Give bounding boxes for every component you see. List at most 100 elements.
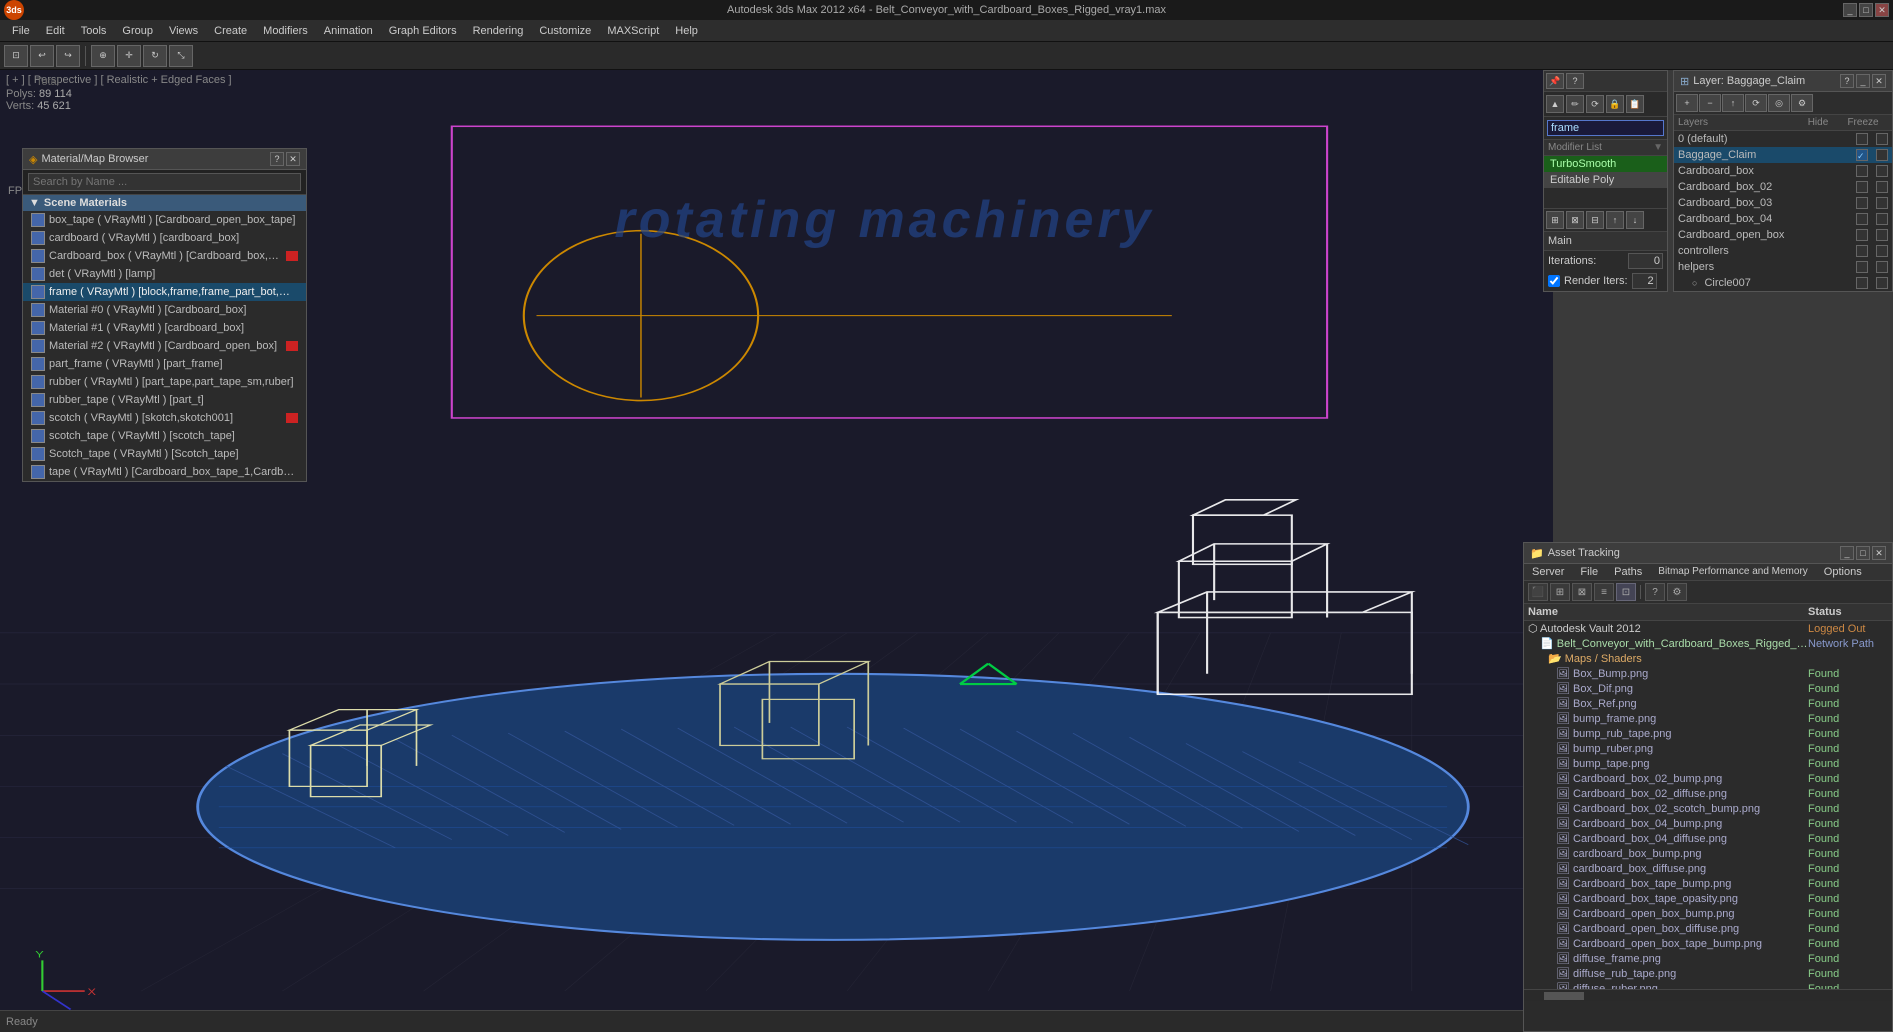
layer-item-3[interactable]: Cardboard_box_02 — [1674, 179, 1892, 195]
layer-item-2[interactable]: Cardboard_box — [1674, 163, 1892, 179]
layer-minimize-btn[interactable]: _ — [1856, 74, 1870, 88]
layer-freeze-check[interactable] — [1876, 181, 1888, 193]
mod-icon-1[interactable]: ▲ — [1546, 95, 1564, 113]
menu-help[interactable]: Help — [667, 23, 706, 39]
asset-close-btn[interactable]: ✕ — [1872, 546, 1886, 560]
asset-tool-2[interactable]: ⊞ — [1550, 583, 1570, 601]
layer-item-0[interactable]: 0 (default) — [1674, 131, 1892, 147]
search-input[interactable] — [28, 173, 301, 191]
asset-scroll-thumb[interactable] — [1544, 992, 1584, 1000]
mod-icon-5[interactable]: 📋 — [1626, 95, 1644, 113]
render-iters-input[interactable] — [1632, 273, 1657, 289]
asset-item-18[interactable]: 🖼 Cardboard_box_tape_opasity.pngFound — [1524, 891, 1892, 906]
material-item-3[interactable]: det ( VRayMtl ) [lamp] — [23, 265, 306, 283]
layer-visibility-check[interactable] — [1856, 197, 1868, 209]
material-item-14[interactable]: tape ( VRayMtl ) [Cardboard_box_tape_1,C… — [23, 463, 306, 481]
material-item-7[interactable]: Material #2 ( VRayMtl ) [Cardboard_open_… — [23, 337, 306, 355]
iterations-input[interactable] — [1628, 253, 1663, 269]
modifier-dropdown-icon[interactable]: ▼ — [1653, 142, 1663, 153]
asset-item-8[interactable]: 🖼 bump_ruber.pngFound — [1524, 741, 1892, 756]
modifier-editable-poly[interactable]: Editable Poly — [1544, 172, 1667, 188]
mod-icon-2[interactable]: ✏ — [1566, 95, 1584, 113]
asset-item-4[interactable]: 🖼 Box_Dif.pngFound — [1524, 681, 1892, 696]
material-item-10[interactable]: rubber_tape ( VRayMtl ) [part_t] — [23, 391, 306, 409]
layer-freeze-check[interactable] — [1876, 261, 1888, 273]
asset-menu-server[interactable]: Server — [1524, 564, 1572, 580]
asset-tool-5[interactable]: ⊡ — [1616, 583, 1636, 601]
asset-menu-options[interactable]: Options — [1816, 564, 1870, 580]
asset-item-9[interactable]: 🖼 bump_tape.pngFound — [1524, 756, 1892, 771]
asset-item-14[interactable]: 🖼 Cardboard_box_04_diffuse.pngFound — [1524, 831, 1892, 846]
asset-item-13[interactable]: 🖼 Cardboard_box_04_bump.pngFound — [1524, 816, 1892, 831]
layer-visibility-check[interactable] — [1856, 213, 1868, 225]
rotate-btn[interactable]: ↻ — [143, 45, 167, 67]
asset-item-3[interactable]: 🖼 Box_Bump.pngFound — [1524, 666, 1892, 681]
asset-item-10[interactable]: 🖼 Cardboard_box_02_bump.pngFound — [1524, 771, 1892, 786]
asset-item-2[interactable]: 📂 Maps / Shaders — [1524, 651, 1892, 666]
modifier-toolbar[interactable]: 📌 ? — [1544, 71, 1667, 92]
asset-item-7[interactable]: 🖼 bump_rub_tape.pngFound — [1524, 726, 1892, 741]
mod-bottom-icon-2[interactable]: ⊠ — [1566, 211, 1584, 229]
layer-settings-btn[interactable]: ⚙ — [1791, 94, 1813, 112]
menu-rendering[interactable]: Rendering — [465, 23, 532, 39]
frame-input-row[interactable] — [1544, 117, 1667, 140]
mod-pin-btn[interactable]: 📌 — [1546, 73, 1564, 89]
asset-item-5[interactable]: 🖼 Box_Ref.pngFound — [1524, 696, 1892, 711]
material-item-9[interactable]: rubber ( VRayMtl ) [part_tape,part_tape_… — [23, 373, 306, 391]
material-browser-help[interactable]: ? — [270, 152, 284, 166]
material-item-11[interactable]: scotch ( VRayMtl ) [skotch,skotch001] — [23, 409, 306, 427]
layer-item-6[interactable]: Cardboard_open_box — [1674, 227, 1892, 243]
asset-toolbar[interactable]: ⬛ ⊞ ⊠ ≡ ⊡ ? ⚙ — [1524, 581, 1892, 604]
asset-minimize-btn[interactable]: _ — [1840, 546, 1854, 560]
layer-freeze-check[interactable] — [1876, 197, 1888, 209]
menu-file[interactable]: File — [4, 23, 38, 39]
layer-item-4[interactable]: Cardboard_box_03 — [1674, 195, 1892, 211]
mod-bottom-icon-5[interactable]: ↓ — [1626, 211, 1644, 229]
layer-visibility-check[interactable] — [1856, 181, 1868, 193]
material-item-6[interactable]: Material #1 ( VRayMtl ) [cardboard_box] — [23, 319, 306, 337]
layer-close-btn[interactable]: ✕ — [1872, 74, 1886, 88]
layer-item-8[interactable]: helpers — [1674, 259, 1892, 275]
toolbar-btn-2[interactable]: ↩ — [30, 45, 54, 67]
layer-freeze-check[interactable] — [1876, 245, 1888, 257]
mod-help-btn[interactable]: ? — [1566, 73, 1584, 89]
layer-item-7[interactable]: controllers — [1674, 243, 1892, 259]
layer-add-btn[interactable]: + — [1676, 94, 1698, 112]
asset-settings-btn[interactable]: ⚙ — [1667, 583, 1687, 601]
asset-window-controls[interactable]: _ □ ✕ — [1840, 546, 1886, 560]
layer-select-btn[interactable]: ◎ — [1768, 94, 1790, 112]
material-item-5[interactable]: Material #0 ( VRayMtl ) [Cardboard_box] — [23, 301, 306, 319]
move-btn[interactable]: ✛ — [117, 45, 141, 67]
asset-item-16[interactable]: 🖼 cardboard_box_diffuse.pngFound — [1524, 861, 1892, 876]
mod-bottom-icon-1[interactable]: ⊞ — [1546, 211, 1564, 229]
asset-item-23[interactable]: 🖼 diffuse_rub_tape.pngFound — [1524, 966, 1892, 981]
maximize-button[interactable]: □ — [1859, 3, 1873, 17]
layer-freeze-check[interactable] — [1876, 133, 1888, 145]
toolbar-btn-3[interactable]: ↪ — [56, 45, 80, 67]
menu-animation[interactable]: Animation — [316, 23, 381, 39]
asset-item-19[interactable]: 🖼 Cardboard_open_box_bump.pngFound — [1524, 906, 1892, 921]
asset-item-0[interactable]: ⬡ Autodesk Vault 2012Logged Out — [1524, 621, 1892, 636]
modifier-turbsmooth[interactable]: TurboSmooth — [1544, 156, 1667, 172]
close-button[interactable]: ✕ — [1875, 3, 1889, 17]
layer-delete-btn[interactable]: − — [1699, 94, 1721, 112]
layer-controls[interactable]: ? _ ✕ — [1840, 74, 1886, 88]
layer-refresh-btn[interactable]: ⟳ — [1745, 94, 1767, 112]
material-item-4[interactable]: frame ( VRayMtl ) [block,frame,frame_par… — [23, 283, 306, 301]
asset-tool-3[interactable]: ⊠ — [1572, 583, 1592, 601]
material-browser-close[interactable]: ✕ — [286, 152, 300, 166]
select-btn[interactable]: ⊕ — [91, 45, 115, 67]
toolbar-btn-1[interactable]: ⊡ — [4, 45, 28, 67]
asset-item-24[interactable]: 🖼 diffuse_ruber.pngFound — [1524, 981, 1892, 989]
render-iters-checkbox[interactable] — [1548, 275, 1560, 287]
asset-tool-4[interactable]: ≡ — [1594, 583, 1614, 601]
material-browser-controls[interactable]: ? ✕ — [270, 152, 300, 166]
material-item-12[interactable]: scotch_tape ( VRayMtl ) [scotch_tape] — [23, 427, 306, 445]
material-item-2[interactable]: Cardboard_box ( VRayMtl ) [Cardboard_box… — [23, 247, 306, 265]
menu-views[interactable]: Views — [161, 23, 206, 39]
material-item-8[interactable]: part_frame ( VRayMtl ) [part_frame] — [23, 355, 306, 373]
modifier-icon-row[interactable]: ▲ ✏ ⟳ 🔒 📋 — [1544, 92, 1667, 117]
menu-tools[interactable]: Tools — [73, 23, 115, 39]
menu-maxscript[interactable]: MAXScript — [599, 23, 667, 39]
material-item-13[interactable]: Scotch_tape ( VRayMtl ) [Scotch_tape] — [23, 445, 306, 463]
